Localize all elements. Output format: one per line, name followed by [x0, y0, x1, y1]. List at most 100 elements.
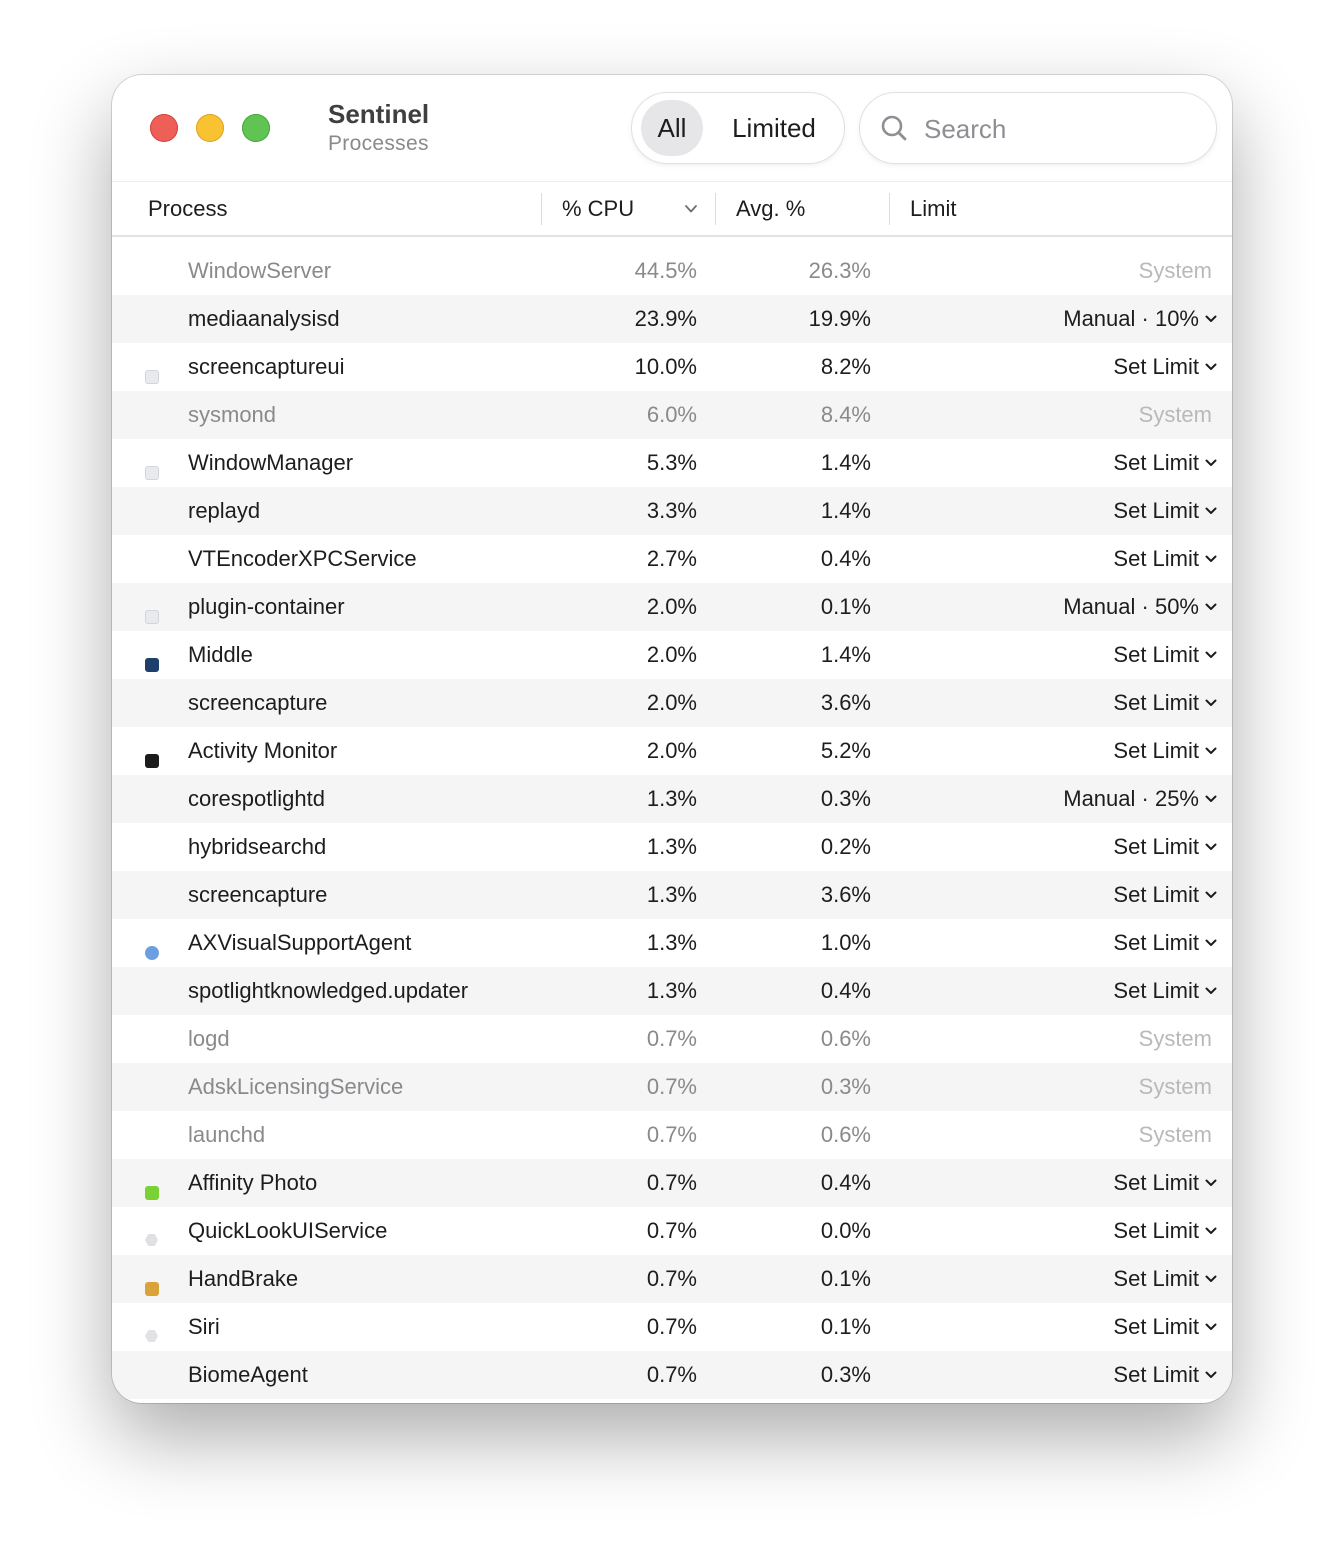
table-row[interactable]: QuickLookUIService 0.7% 0.0% Set Limit [112, 1207, 1232, 1255]
table-row[interactable]: plugin-container 2.0% 0.1% Manual · 50% [112, 583, 1232, 631]
minimize-button[interactable] [196, 114, 224, 142]
limit-dropdown-label: Set Limit [1113, 1218, 1199, 1243]
cpu-percent: 1.3% [646, 978, 697, 1003]
chevron-down-icon [1205, 363, 1217, 370]
limit-dropdown[interactable]: Set Limit [1113, 919, 1217, 967]
table-row[interactable]: VTEncoderXPCService 2.7% 0.4% Set Limit [112, 535, 1232, 583]
limit-dropdown[interactable]: Set Limit [1113, 1255, 1217, 1303]
generic-app-icon [145, 610, 159, 624]
zoom-button[interactable] [242, 114, 270, 142]
cpu-percent: 2.0% [646, 642, 697, 667]
chevron-down-icon [1205, 939, 1217, 946]
limit-dropdown[interactable]: Manual · 50% [1063, 583, 1217, 631]
table-row[interactable]: screencapture 2.0% 3.6% Set Limit [112, 679, 1232, 727]
filter-all-tab[interactable]: All [641, 100, 703, 156]
table-row[interactable]: WindowServer 44.5% 26.3% System [112, 247, 1232, 295]
process-name: screencapture [188, 882, 328, 907]
table-row[interactable]: corespotlightd 1.3% 0.3% Manual · 25% [112, 775, 1232, 823]
search-input[interactable] [922, 105, 1196, 153]
column-header-cpu[interactable]: % CPU [562, 182, 634, 235]
column-header-avg[interactable]: Avg. % [736, 182, 805, 235]
table-row[interactable]: AdskLicensingService 0.7% 0.3% System [112, 1063, 1232, 1111]
avg-percent: 26.3% [808, 258, 871, 283]
table-row[interactable]: screencaptureui 10.0% 8.2% Set Limit [112, 343, 1232, 391]
limit-dropdown[interactable]: Set Limit [1113, 727, 1217, 775]
column-divider [715, 193, 716, 225]
column-header-process[interactable]: Process [148, 182, 227, 235]
table-row[interactable]: spotlightknowledged.updater 1.3% 0.4% Set L… [112, 967, 1232, 1015]
table-row[interactable]: sysmond 6.0% 8.4% System [112, 391, 1232, 439]
column-divider [541, 193, 542, 225]
process-name: AXVisualSupportAgent [188, 930, 412, 955]
process-name: BiomeAgent [188, 1362, 308, 1387]
avg-percent: 1.0% [820, 930, 871, 955]
process-name: mediaanalysisd [188, 306, 340, 331]
table-row[interactable]: mediaanalysisd 23.9% 19.9% Manual · 10% [112, 295, 1232, 343]
limit-dropdown[interactable]: Set Limit [1113, 967, 1217, 1015]
chevron-down-icon [1205, 1227, 1217, 1234]
chevron-down-icon [1205, 891, 1217, 898]
limit-dropdown[interactable]: Manual · 25% [1063, 775, 1217, 823]
table-row[interactable]: launchd 0.7% 0.6% System [112, 1111, 1232, 1159]
avg-percent: 8.2% [820, 354, 871, 379]
limit-dropdown[interactable]: Set Limit [1113, 823, 1217, 871]
table-row[interactable]: Activity Monitor 2.0% 5.2% Set Limit [112, 727, 1232, 775]
cpu-percent: 23.9% [634, 306, 697, 331]
table-row[interactable]: screencapture 1.3% 3.6% Set Limit [112, 871, 1232, 919]
cpu-percent: 3.3% [646, 498, 697, 523]
close-button[interactable] [150, 114, 178, 142]
limit-dropdown[interactable]: Set Limit [1113, 871, 1217, 919]
limit-dropdown[interactable]: Set Limit [1113, 1351, 1217, 1399]
filter-limited-tab[interactable]: Limited [716, 100, 832, 156]
limit-dropdown[interactable]: Set Limit [1113, 1207, 1217, 1255]
chevron-down-icon [1205, 699, 1217, 706]
process-name: Middle [188, 642, 253, 667]
cpu-percent: 10.0% [634, 354, 697, 379]
limit-dropdown[interactable]: Manual · 10% [1063, 295, 1217, 343]
limit-dropdown[interactable]: Set Limit [1113, 1303, 1217, 1351]
table-row[interactable]: Affinity Photo 0.7% 0.4% Set Limit [112, 1159, 1232, 1207]
siri-icon [145, 1330, 158, 1342]
limit-dropdown[interactable]: Set Limit [1113, 439, 1217, 487]
middle-app-icon [145, 658, 159, 672]
cpu-percent: 1.3% [646, 930, 697, 955]
limit-system-label: System [1138, 258, 1212, 283]
avg-percent: 0.2% [820, 834, 871, 859]
limit-dropdown[interactable]: Set Limit [1113, 631, 1217, 679]
table-row[interactable]: WindowManager 5.3% 1.4% Set Limit [112, 439, 1232, 487]
process-name: VTEncoderXPCService [188, 546, 417, 571]
limit-dropdown-label: Manual · 10% [1063, 306, 1199, 331]
table-row[interactable]: replayd 3.3% 1.4% Set Limit [112, 487, 1232, 535]
chevron-down-icon [1205, 987, 1217, 994]
limit-dropdown-label: Set Limit [1113, 1170, 1199, 1195]
table-row[interactable]: hybridsearchd 1.3% 0.2% Set Limit [112, 823, 1232, 871]
limit-dropdown[interactable]: Set Limit [1113, 1159, 1217, 1207]
limit-dropdown[interactable]: Set Limit [1113, 343, 1217, 391]
table-row[interactable]: logd 0.7% 0.6% System [112, 1015, 1232, 1063]
search-field[interactable] [860, 93, 1216, 163]
limit-dropdown[interactable]: Set Limit [1113, 679, 1217, 727]
table-row[interactable]: HandBrake 0.7% 0.1% Set Limit [112, 1255, 1232, 1303]
limit-dropdown-label: Set Limit [1113, 450, 1199, 475]
chevron-down-icon [1205, 747, 1217, 754]
limit-dropdown[interactable]: Set Limit [1113, 487, 1217, 535]
sort-chevron-down-icon[interactable] [684, 202, 698, 216]
table-row[interactable]: Siri 0.7% 0.1% Set Limit [112, 1303, 1232, 1351]
avg-percent: 0.4% [820, 546, 871, 571]
table-row[interactable]: AXVisualSupportAgent 1.3% 1.0% Set Limit [112, 919, 1232, 967]
sentinel-window: Sentinel Processes All Limited Process %… [112, 75, 1232, 1403]
limit-dropdown-label: Set Limit [1113, 354, 1199, 379]
activity-monitor-icon [145, 754, 159, 768]
cpu-percent: 5.3% [646, 450, 697, 475]
limit-dropdown[interactable]: Set Limit [1113, 535, 1217, 583]
limit-dropdown-label: Set Limit [1113, 642, 1199, 667]
process-name: spotlightknowledged.updater [188, 978, 469, 1003]
table-row[interactable]: BiomeAgent 0.7% 0.3% Set Limit [112, 1351, 1232, 1399]
column-header-limit[interactable]: Limit [910, 182, 956, 235]
avg-percent: 0.0% [820, 1218, 871, 1243]
limit-system-label: System [1138, 1026, 1212, 1051]
table-row[interactable]: Middle 2.0% 1.4% Set Limit [112, 631, 1232, 679]
avg-percent: 1.4% [820, 642, 871, 667]
avg-percent: 0.3% [820, 1074, 871, 1099]
quicklook-icon [145, 1234, 158, 1246]
